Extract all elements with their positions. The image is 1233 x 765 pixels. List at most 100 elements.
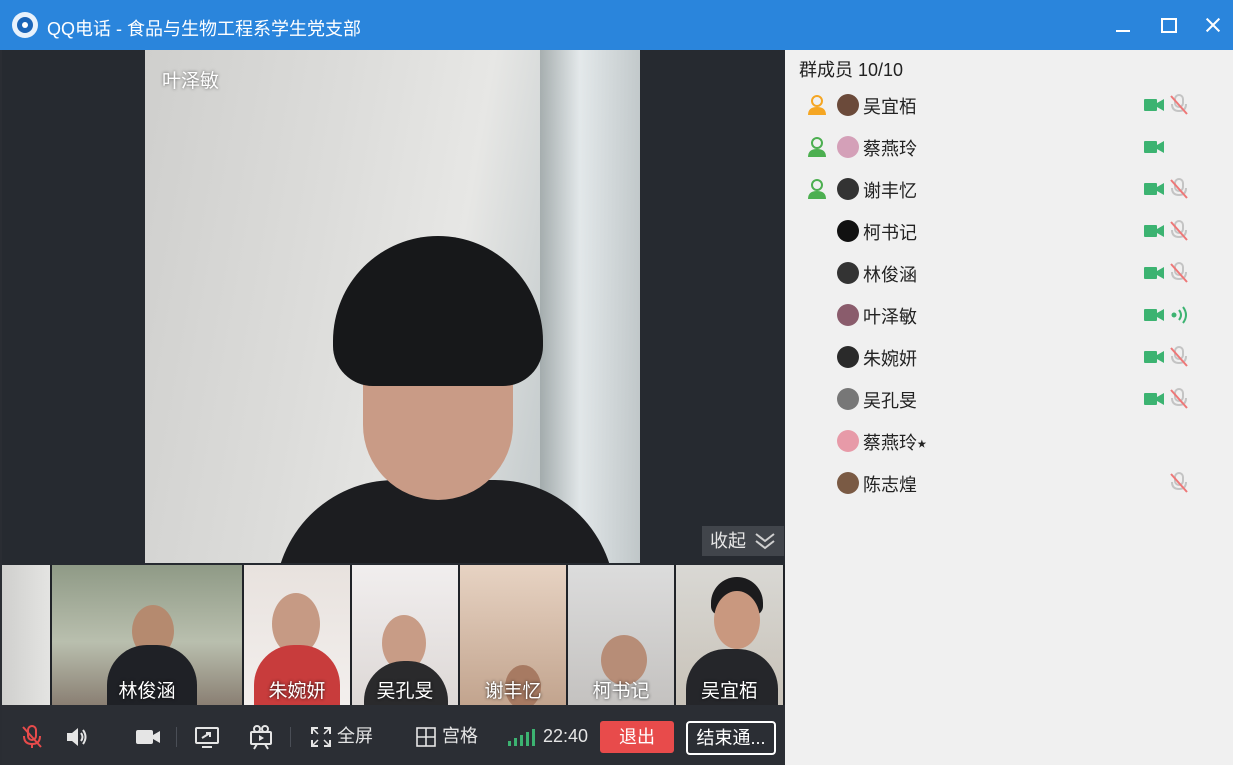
camera-on-icon	[1144, 309, 1164, 321]
title-bar: QQ电话 - 食品与生物工程系学生党支部	[0, 0, 1233, 50]
exit-button[interactable]: 退出	[600, 721, 674, 753]
member-name: 吴孔旻	[863, 391, 917, 411]
close-icon[interactable]	[1200, 12, 1226, 38]
thumbnail-video[interactable]: 柯书记	[568, 565, 674, 705]
projector-icon	[250, 725, 272, 750]
avatar	[837, 136, 859, 158]
member-name: 谢丰忆	[863, 181, 917, 201]
admin-user-icon	[808, 179, 826, 199]
admin-user-icon	[808, 95, 826, 115]
thumbnail-name: 林俊涵	[118, 681, 176, 702]
member-row[interactable]: 朱婉妍	[785, 337, 1233, 379]
member-row[interactable]: 吴孔旻	[785, 379, 1233, 421]
thumbnail-strip: 林俊涵 朱婉妍 吴孔旻 谢丰忆 柯书记 吴宜栢	[2, 565, 785, 705]
member-row[interactable]: 蔡燕玲⭑	[785, 421, 1233, 463]
member-row[interactable]: 吴宜栢	[785, 85, 1233, 127]
share-screen-icon	[195, 727, 219, 749]
fullscreen-button[interactable]: 全屏	[310, 723, 373, 749]
member-row[interactable]: 蔡燕玲	[785, 127, 1233, 169]
minimize-icon[interactable]	[1110, 12, 1136, 38]
camera-on-icon	[1144, 393, 1164, 405]
avatar	[837, 472, 859, 494]
mic-muted-icon	[1170, 94, 1188, 115]
mic-toggle-button[interactable]	[20, 723, 44, 749]
member-row[interactable]: 陈志煌	[785, 463, 1233, 505]
member-name: 蔡燕玲	[863, 139, 917, 159]
member-row[interactable]: 柯书记	[785, 211, 1233, 253]
grid-view-button[interactable]: 宫格	[415, 723, 478, 749]
collapse-label: 收起	[710, 531, 746, 551]
member-name: 林俊涵	[863, 265, 917, 285]
camera-on-icon	[1144, 141, 1164, 153]
avatar	[837, 94, 859, 116]
avatar	[837, 304, 859, 326]
avatar	[837, 262, 859, 284]
thumbnail-partial[interactable]	[2, 565, 50, 705]
mic-muted-icon	[22, 725, 42, 749]
camera-icon	[136, 730, 160, 745]
avatar	[837, 178, 859, 200]
collapse-button[interactable]: 收起	[702, 526, 784, 556]
thumbnail-name: 朱婉妍	[268, 681, 326, 702]
thumbnail-name: 吴孔旻	[376, 681, 434, 702]
double-chevron-down-icon	[755, 533, 775, 550]
thumbnail-video[interactable]: 朱婉妍	[244, 565, 350, 705]
mic-muted-icon	[1170, 262, 1188, 283]
camera-on-icon	[1144, 225, 1164, 237]
member-name: 叶泽敏	[863, 307, 917, 327]
mic-muted-icon	[1170, 220, 1188, 241]
grid-icon	[416, 727, 436, 748]
thumbnail-video[interactable]: 吴孔旻	[352, 565, 458, 705]
share-screen-button[interactable]	[194, 723, 220, 749]
main-video-feed[interactable]	[145, 50, 640, 563]
window-title: QQ电话 - 食品与生物工程系学生党支部	[47, 19, 361, 39]
call-toolbar: 全屏 宫格 22:40 退出 结束通...	[2, 705, 785, 765]
qq-logo-icon	[12, 12, 38, 38]
mic-muted-icon	[1170, 178, 1188, 199]
avatar	[837, 388, 859, 410]
mic-muted-icon	[1170, 346, 1188, 367]
thumbnail-video[interactable]: 谢丰忆	[460, 565, 566, 705]
member-name: 陈志煌	[863, 475, 917, 495]
avatar	[837, 220, 859, 242]
fullscreen-label: 全屏	[337, 726, 374, 746]
camera-on-icon	[1144, 183, 1164, 195]
background-window	[540, 50, 640, 563]
member-name: 朱婉妍	[863, 349, 917, 369]
member-panel: 群成员 10/10 吴宜栢蔡燕玲谢丰忆柯书记林俊涵叶泽敏朱婉妍吴孔旻蔡燕玲⭑ 陈志…	[785, 50, 1233, 765]
camera-on-icon	[1144, 351, 1164, 363]
thumbnail-video[interactable]: 林俊涵	[52, 565, 242, 705]
toolbar-divider	[176, 727, 177, 747]
mic-muted-icon	[1170, 388, 1188, 409]
camera-button[interactable]	[134, 723, 162, 749]
camera-on-icon	[1144, 267, 1164, 279]
speaker-name: 叶泽敏	[162, 71, 220, 92]
admin-user-icon	[808, 137, 826, 157]
speaker-icon	[67, 728, 87, 747]
maximize-icon[interactable]	[1155, 12, 1181, 38]
thumbnail-video[interactable]: 吴宜栢	[676, 565, 783, 705]
member-row[interactable]: 谢丰忆	[785, 169, 1233, 211]
speaker-button[interactable]	[64, 723, 90, 749]
end-call-button[interactable]: 结束通...	[686, 721, 776, 755]
member-name: 吴宜栢	[863, 97, 917, 117]
thumbnail-name: 吴宜栢	[700, 681, 758, 702]
camera-on-icon	[1144, 99, 1164, 111]
video-area: 叶泽敏 收起	[2, 50, 785, 565]
share-movie-button[interactable]	[248, 723, 274, 750]
mic-muted-icon	[1170, 472, 1188, 493]
member-name: 柯书记	[863, 223, 917, 243]
member-row[interactable]: 叶泽敏	[785, 295, 1233, 337]
member-row[interactable]: 林俊涵	[785, 253, 1233, 295]
grid-label: 宫格	[442, 726, 479, 746]
call-timer: 22:40	[543, 726, 589, 746]
member-count-header: 群成员 10/10	[799, 60, 904, 80]
signal-strength-icon	[508, 729, 535, 746]
avatar	[837, 346, 859, 368]
avatar	[837, 430, 859, 452]
speaking-icon	[1171, 306, 1187, 324]
thumbnail-name: 谢丰忆	[484, 681, 542, 702]
toolbar-divider	[290, 727, 291, 747]
thumbnail-name: 柯书记	[592, 681, 650, 702]
member-name: 蔡燕玲⭑	[863, 433, 927, 453]
